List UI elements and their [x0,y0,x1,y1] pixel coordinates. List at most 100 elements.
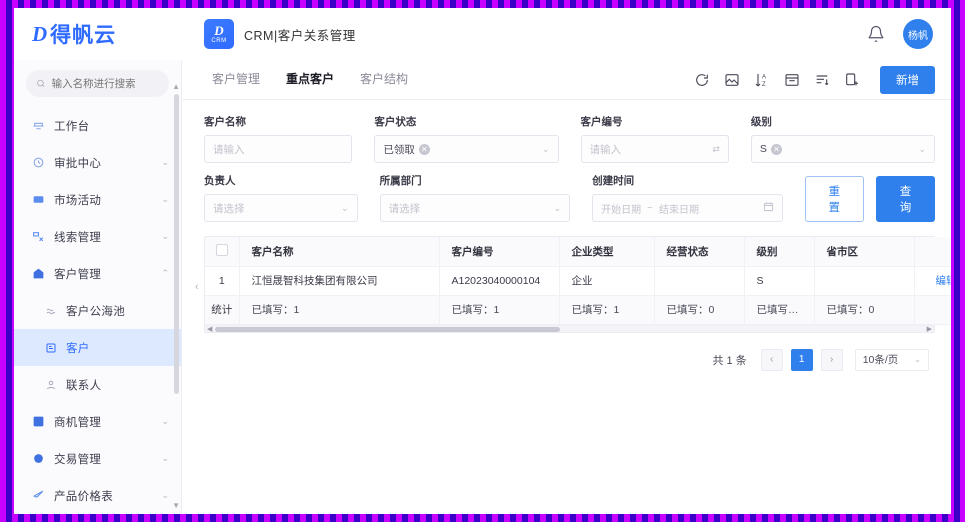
campaign-icon [32,193,45,206]
avatar[interactable]: 杨帆 [903,19,933,49]
sidebar-item-opportunity[interactable]: 商机管理 ⌄ [14,403,181,440]
column-operating-status[interactable]: 经营状态 [654,237,745,267]
end-date-placeholder[interactable]: 结束日期 [659,201,699,216]
level-select[interactable]: S ✕ ⌄ [750,135,935,163]
field-label: 客户名称 [204,116,246,128]
filter-department: 所属部门 请选择 ⌄ [379,173,571,222]
next-page-button[interactable]: › [820,348,843,371]
new-button[interactable]: 新增 [880,65,935,94]
clear-icon[interactable]: ✕ [418,143,430,155]
department-select[interactable]: 请选择 ⌄ [379,194,571,222]
column-customer-code[interactable]: 客户编号 [439,237,560,267]
stat-actions [914,295,951,325]
page-number-1[interactable]: 1 [790,348,813,371]
create-time-daterange[interactable]: 开始日期 ~ 结束日期 [592,194,783,222]
sidebar-item-campaign[interactable]: 市场活动 ⌄ [14,181,181,218]
query-button[interactable]: 查询 [875,176,936,222]
filter-level: 级别 S ✕ ⌄ [750,114,935,163]
select-all-checkbox[interactable] [215,243,228,256]
crm-application-window: D 得帆云 D CRM CRM|客户关系管理 杨帆 输入名称进行搜索 工作台 审… [14,8,951,514]
image-icon[interactable] [724,72,740,88]
customer-icon [32,267,45,280]
logo-text: 得帆云 [50,24,117,47]
logo-glyph-icon: D [32,21,48,46]
bell-icon[interactable] [867,25,885,43]
calendar-icon[interactable] [763,201,774,215]
scroll-left-icon[interactable]: ◀ [207,325,212,333]
crm-icon-letter: D [214,23,224,38]
column-level[interactable]: 级别 [744,237,815,267]
search-input[interactable] [51,77,159,90]
sidebar-item-deal[interactable]: 交易管理 ⌄ [14,440,181,477]
opportunity-icon [32,415,45,428]
column-actions: 操作 [914,237,951,267]
sidebar-menu: 工作台 审批中心 ⌄ 市场活动 ⌄ 线索管理 ⌄ 客户管理 ⌃ 客户公海池 客户… [14,105,181,514]
column-region[interactable]: 省市区 [814,237,915,267]
cell-region [814,266,915,296]
sidebar-item-leads[interactable]: 线索管理 ⌄ [14,218,181,255]
sidebar-scrollbar[interactable] [174,94,179,394]
scroll-right-icon[interactable]: ▶ [927,325,932,333]
sort-az-icon[interactable]: AZ [754,72,770,88]
clear-icon[interactable]: ✕ [770,143,782,155]
cell-customer-name[interactable]: 江恒晟智科技集团有限公司 [239,266,440,296]
tab-key-customers[interactable]: 重点客户 [286,70,334,89]
app-body: 工作台 审批中心 ⌄ 市场活动 ⌄ 线索管理 ⌄ [14,60,951,514]
edit-action[interactable]: 编辑 [936,275,951,287]
sidebar-label: 客户管理 [54,268,102,281]
tab-customer-structure[interactable]: 客户结构 [360,70,408,89]
daterange-inner: 开始日期 ~ 结束日期 [601,201,774,216]
scroll-thumb[interactable] [215,326,560,332]
select-all-cell[interactable] [205,237,240,267]
sidebar-item-customer-management[interactable]: 客户管理 ⌃ [14,255,181,292]
cell-level: S [744,266,815,296]
pagination: 共 1 条 ‹ 1 › 10条/页 ⌄ [204,333,935,371]
field-label: 客户状态 [374,116,417,128]
list-icon[interactable] [814,72,830,88]
tab-customer-management[interactable]: 客户管理 [212,70,260,89]
copy-add-icon[interactable] [844,72,860,88]
level-chip: S ✕ [760,143,782,155]
sidebar-item-price-list[interactable]: 产品价格表 ⌄ [14,477,181,514]
form-icon[interactable] [784,72,800,88]
table-statistics-row: 统计 已填写：1 已填写：1 已填写：1 已填写：0 已填写：1 已填写：0 [205,295,951,325]
cell-operating-status [654,266,745,296]
exchange-icon[interactable]: ⇄ [712,144,720,155]
field-label: 创建时间 [592,175,635,187]
status-chip: 已领取 ✕ [383,142,430,157]
page-size-select[interactable]: 10条/页 ⌄ [854,348,929,371]
column-enterprise-type[interactable]: 企业类型 [559,237,655,267]
customer-status-select[interactable]: 已领取 ✕ ⌄ [374,135,559,163]
data-table-wrapper: ‹ 客户名称 客户编号 企业类型 经营状态 级别 省市区 1 江恒晟智科技集团有… [195,236,951,333]
start-date-placeholder[interactable]: 开始日期 [601,201,641,216]
search-box[interactable] [26,70,169,97]
chevron-down-icon: ⌄ [161,490,169,500]
owner-select[interactable]: 请选择 ⌄ [204,194,358,222]
tab-bar: 客户管理 重点客户 客户结构 AZ 新增 [182,60,951,100]
sidebar-label: 联系人 [66,379,102,392]
sidebar-item-sea-pool[interactable]: 客户公海池 [14,292,181,329]
chevron-down-icon: ⌄ [553,202,562,213]
collapse-left-icon[interactable]: ‹ [195,281,199,293]
sidebar: 工作台 审批中心 ⌄ 市场活动 ⌄ 线索管理 ⌄ [14,60,182,514]
refresh-icon[interactable] [694,72,710,88]
sidebar-scroll-down-icon[interactable]: ▼ [172,501,180,510]
prev-page-button[interactable]: ‹ [760,348,783,371]
customer-code-input[interactable]: 请输入 ⇄ [580,135,729,163]
crm-icon-sub: CRM [211,38,227,44]
customer-name-input[interactable]: 请输入 [204,135,353,163]
brand-logo[interactable]: D 得帆云 [14,8,182,60]
table-horizontal-scrollbar[interactable]: ◀ ▶ [205,324,934,333]
sidebar-scroll-up-icon[interactable]: ▲ [172,82,180,91]
sidebar-label: 客户公海池 [66,305,125,318]
table-row[interactable]: 1 江恒晟智科技集团有限公司 A12023040000104 企业 S 编辑 跟… [205,266,951,296]
column-customer-name[interactable]: 客户名称 [239,237,440,267]
sidebar-item-account[interactable]: 客户 [14,329,181,366]
reset-button[interactable]: 重置 [804,176,864,222]
sidebar-item-approval[interactable]: 审批中心 ⌄ [14,144,181,181]
filter-customer-code: 客户编号 请输入 ⇄ [580,114,729,163]
content-area: 客户名称 请输入 客户状态 已领取 ✕ ⌄ 客户编号 请输入 ⇄ 级别 S ✕ … [182,100,951,514]
sidebar-item-workbench[interactable]: 工作台 [14,107,181,144]
input-placeholder: 请选择 [388,202,421,215]
sidebar-item-contact[interactable]: 联系人 [14,366,181,403]
